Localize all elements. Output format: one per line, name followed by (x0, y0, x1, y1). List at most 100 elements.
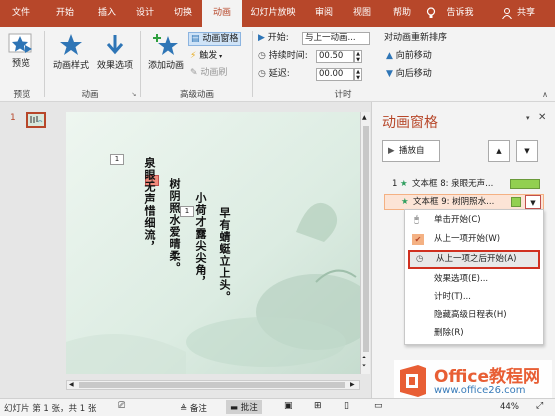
slide-sorter-icon[interactable]: ⊞ (314, 401, 322, 411)
menu-effect-options[interactable]: 效果选项(E)... (408, 271, 540, 288)
tab-file[interactable]: 文件 (4, 0, 38, 27)
notes-button[interactable]: ≜ 备注 (180, 402, 207, 414)
horizontal-scroll-thumb[interactable] (79, 382, 345, 388)
tab-review[interactable]: 审阅 (308, 0, 340, 27)
animation-order-badge[interactable]: 1 (110, 154, 124, 165)
move-earlier-button[interactable]: ▲ 向前移动 (386, 50, 432, 62)
animation-pane-button[interactable]: ▤ 动画窗格 (188, 32, 242, 46)
menu-hide-timeline[interactable]: 隐藏高级日程表(H) (408, 307, 540, 324)
animation-painter-button[interactable]: ✎ 动画刷 (190, 67, 227, 79)
menu-after-previous[interactable]: ◷ 从上一项之后开始(A) (408, 250, 540, 269)
accessibility-icon[interactable]: ⎚ (118, 401, 125, 411)
poem-line-3[interactable]: 小荷才露尖尖角， (192, 192, 208, 332)
timeline-bar (510, 179, 540, 189)
scroll-up-icon[interactable]: ▲ (362, 114, 367, 121)
start-label-text: 开始: (267, 33, 289, 43)
tell-me-search[interactable]: 告诉我 (440, 0, 480, 27)
tab-home[interactable]: 开始 (48, 0, 82, 27)
delay-stepper[interactable]: ▲ ▼ (354, 68, 362, 81)
animation-item-label: 文本框 9: 树阴照水... (413, 197, 495, 207)
scroll-left-icon[interactable]: ◀ (69, 381, 74, 388)
comments-button[interactable]: ▬ 批注 (226, 400, 262, 414)
trigger-button[interactable]: ⚡ 触发 ▾ (190, 50, 222, 63)
zoom-level[interactable]: 44% (500, 402, 519, 412)
clock-icon: ◷ (258, 51, 269, 61)
tab-help[interactable]: 帮助 (386, 0, 418, 27)
scroll-right-icon[interactable]: ▶ (350, 381, 355, 388)
share-user-icon (500, 0, 514, 27)
move-up-button[interactable]: ▲ (488, 140, 510, 162)
group-timing-label: 计时 (334, 90, 352, 100)
start-select[interactable]: 与上一动画... (302, 32, 370, 45)
horizontal-scrollbar[interactable]: ◀ ▶ (66, 380, 360, 390)
duration-stepper[interactable]: ▲ ▼ (354, 50, 362, 63)
move-down-button[interactable]: ▼ (516, 140, 538, 162)
page-up-icon[interactable]: ⏶ (362, 355, 366, 361)
add-star-icon (153, 34, 178, 55)
add-animation-label: 添加动画 (147, 61, 184, 71)
animation-item-label: 文本框 8: 泉眼无声... (412, 179, 494, 189)
collapse-ribbon-icon[interactable]: ∧ (540, 89, 550, 100)
animation-list-item[interactable]: 1 ★ 文本框 8: 泉眼无声... (378, 177, 550, 191)
delay-input[interactable]: 00.00 (316, 68, 354, 81)
animation-pane-icon: ▤ (191, 34, 203, 44)
dialog-launcher-icon[interactable]: ↘ (130, 89, 138, 100)
add-animation-button[interactable]: 添加动画 (146, 33, 186, 72)
tab-insert[interactable]: 插入 (90, 0, 124, 27)
poem-line-1[interactable]: 泉眼无声惜细流， (141, 157, 157, 297)
slide-canvas[interactable]: 1 1 1 泉眼无声惜细流， 树阴照水爱晴柔。 小荷才露尖尖角， 早有蜻蜓立上头… (66, 112, 371, 392)
item-dropdown-button[interactable]: ▼ (525, 195, 541, 209)
page-down-icon[interactable]: ⏷ (362, 363, 366, 369)
down-triangle-icon: ▼ (386, 69, 396, 79)
tab-view[interactable]: 视图 (346, 0, 378, 27)
duration-value: 00.50 (319, 51, 344, 61)
vertical-scrollbar[interactable]: ▲ ⏶ ⏷ (360, 112, 370, 374)
group-divider (44, 31, 45, 97)
fit-slide-icon[interactable]: ⤢ (536, 401, 543, 411)
pane-options-icon[interactable]: ▾ (526, 114, 530, 122)
play-from-button[interactable]: ▶ 播放自 (382, 140, 440, 162)
entrance-star-icon: ★ (401, 197, 409, 207)
tab-animations[interactable]: 动画 (202, 0, 242, 27)
share-button[interactable]: 共享 (514, 0, 538, 27)
effect-options-button[interactable]: 效果选项 (94, 33, 136, 72)
group-advanced-label: 高级动画 (179, 90, 214, 100)
move-later-button[interactable]: ▼ 向后移动 (386, 68, 432, 80)
tab-transitions[interactable]: 切换 (166, 0, 200, 27)
menu-timing[interactable]: 计时(T)... (408, 289, 540, 306)
down-arrow-icon: ▼ (524, 147, 530, 155)
animation-list-item-selected[interactable]: ★ 文本框 9: 树阴照水... ▼ (384, 194, 544, 210)
menu-on-click[interactable]: 🖰 单击开始(C) (408, 212, 540, 229)
reading-view-icon[interactable]: ▯ (344, 401, 349, 411)
vertical-scroll-thumb[interactable] (363, 126, 369, 352)
normal-view-icon[interactable]: ▣ (284, 401, 293, 411)
slide-count: 幻灯片 第 1 张，共 1 张 (4, 404, 97, 414)
star-icon (60, 34, 82, 55)
duration-input[interactable]: 00.50 (316, 50, 354, 63)
poem-line-4[interactable]: 早有蜻蜓立上头。 (216, 207, 232, 347)
group-divider (252, 31, 253, 97)
tab-slideshow[interactable]: 幻灯片放映 (244, 0, 302, 27)
menu-hide-timeline-label: 隐藏高级日程表(H) (434, 310, 507, 320)
preview-button[interactable]: 预览 (6, 33, 36, 70)
duration-label: ◷ 持续时间: (258, 50, 308, 62)
duration-label-text: 持续时间: (268, 51, 308, 61)
slide-thumbnail[interactable] (26, 112, 46, 128)
item-number: 1 (392, 179, 398, 189)
clock-icon: ◷ (416, 254, 424, 264)
menu-with-previous[interactable]: ✔ 从上一项开始(W) (408, 231, 540, 248)
close-icon[interactable]: ✕ (538, 112, 546, 123)
ribbon-tab-bar: 文件 开始 插入 设计 切换 动画 幻灯片放映 审阅 视图 帮助 告诉我 共享 (0, 0, 555, 27)
tab-design[interactable]: 设计 (128, 0, 162, 27)
poem-line-2[interactable]: 树阴照水爱晴柔。 (166, 178, 182, 318)
animation-styles-button[interactable]: 动画样式 (50, 33, 92, 72)
up-triangle-icon: ▲ (386, 51, 396, 61)
preview-label: 预览 (11, 59, 30, 69)
slideshow-icon[interactable]: ▭ (374, 401, 383, 411)
menu-remove[interactable]: 删除(R) (408, 325, 540, 342)
animation-pane-title: 动画窗格 (382, 115, 438, 131)
slide-thumbnails-panel: 1 (0, 102, 66, 398)
notes-icon: ≜ (180, 404, 190, 414)
watermark-brand: Office教程网 (434, 367, 541, 387)
play-from-label: 播放自 (399, 146, 425, 156)
